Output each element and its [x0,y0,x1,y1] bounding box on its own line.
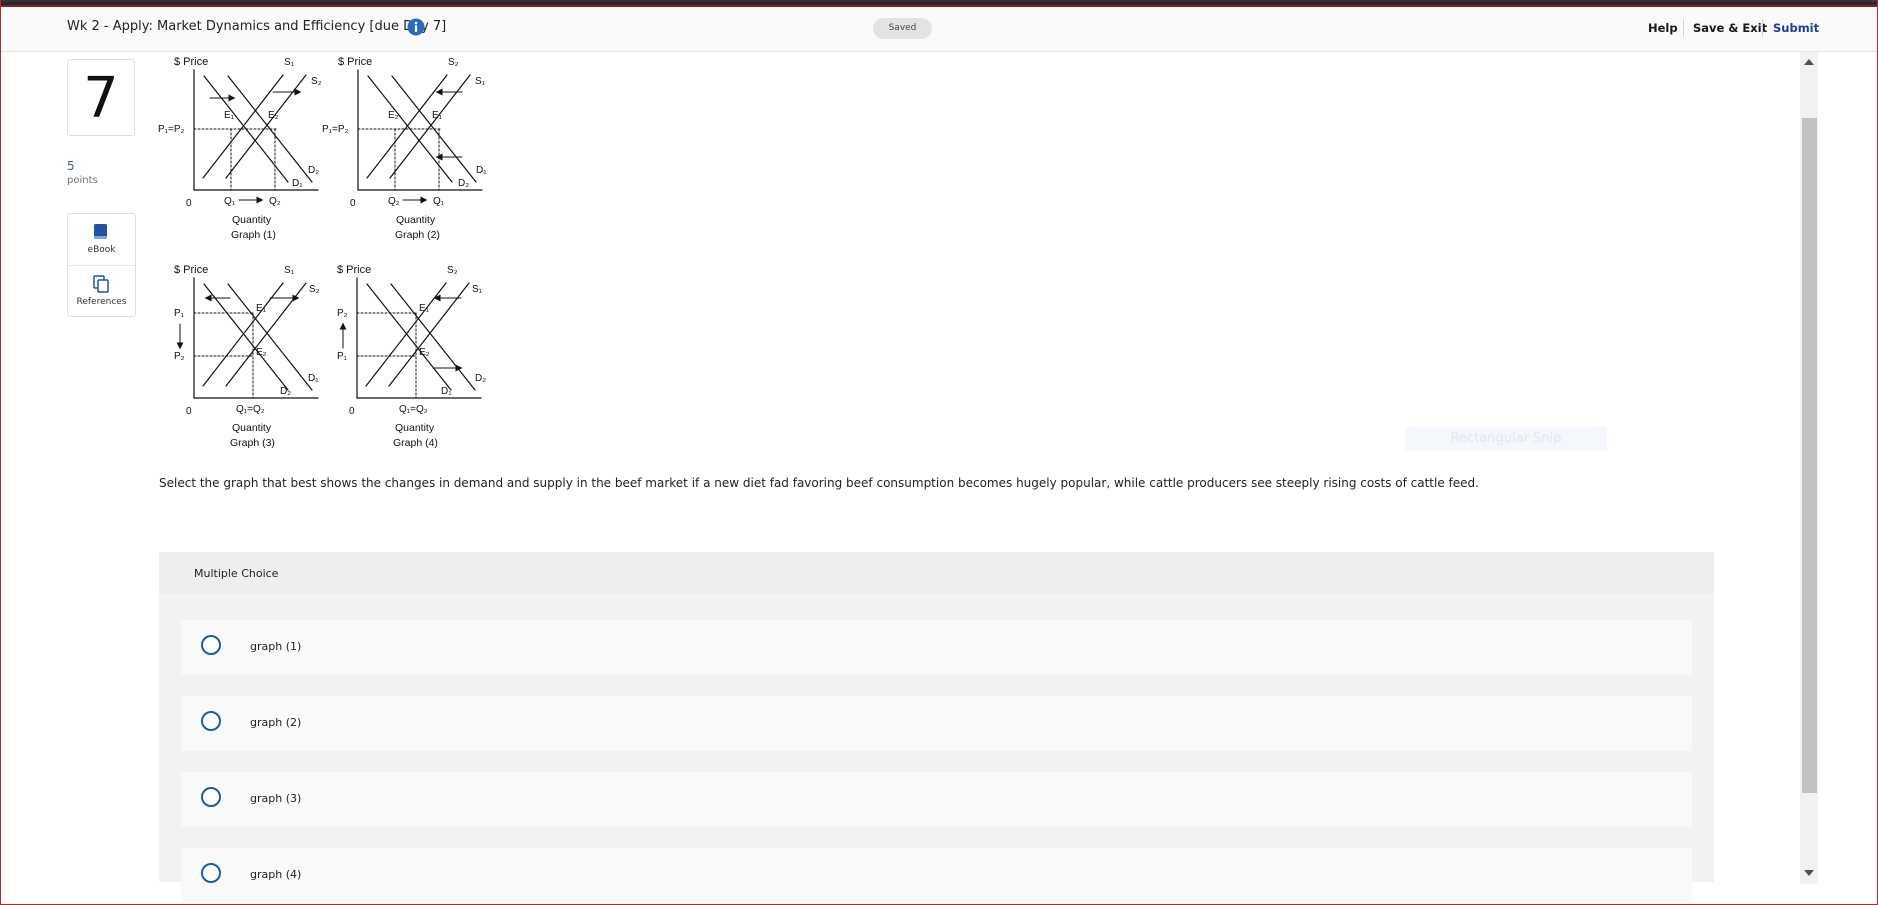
supply-label: S₁ [472,284,483,295]
option-label: graph (2) [250,716,302,729]
graph-3: $ Price 0 P₁ P₂ Q₁=Q₂ S₁ S₂ D₁ D₂ E₁ E₂ … [174,264,320,449]
saved-status-badge: Saved [873,18,932,39]
graph-title: Graph (3) [230,437,275,449]
radio-button[interactable] [201,787,221,807]
ebook-label: eBook [87,245,116,255]
price-label: P₁=P₂ [158,124,185,135]
supply-label: S₁ [475,76,486,87]
equilibrium-label: E₂ [388,110,399,121]
origin-label: 0 [186,406,192,417]
quantity-axis-label: Quantity [232,422,272,434]
supply-demand-graphs: $ Price 0 P₁=P₂ Q₁ Q₂ S₁ S₂ D₂ D₁ E₁ E₂ … [158,56,487,449]
graph-2: $ Price 0 P₁=P₂ Q₂ Q₁ S₂ S₁ D₁ D₂ E₂ E₁ … [322,56,487,241]
quantity-axis-label: Quantity [396,214,436,226]
quantity-axis-label: Quantity [232,214,272,226]
quantity-label: Q₁=Q₂ [399,404,428,415]
header-divider [1762,19,1763,37]
rectangular-snip-overlay: Rectangular Snip [1405,427,1607,451]
graph-title: Graph (2) [395,229,440,241]
graph-1: $ Price 0 P₁=P₂ Q₁ Q₂ S₁ S₂ D₂ D₁ E₁ E₂ … [158,56,322,241]
question-tools: eBook References [67,213,136,317]
quantity-label: Q₂ [388,196,400,207]
price-label: P₁=P₂ [322,124,349,135]
option-label: graph (3) [250,792,302,805]
points-value: 5 [67,159,75,173]
quantity-axis-label: Quantity [395,422,435,434]
radio-button[interactable] [201,863,221,883]
answer-option-graph-3[interactable]: graph (3) [181,772,1692,827]
header-divider [1683,19,1684,37]
scroll-up-arrow-icon[interactable] [1804,59,1814,65]
graph-4: $ Price 0 P₂ P₁ Q₁=Q₂ S₂ S₁ D₂ D₁ E₁ E₂ … [337,264,486,449]
ebook-button[interactable]: eBook [68,214,135,266]
graph-title: Graph (4) [393,437,438,449]
demand-label: D₁ [308,373,319,384]
answer-option-graph-4[interactable]: graph (4) [181,848,1692,903]
price-label: P₁ [337,351,348,362]
question-type-label: Multiple Choice [194,567,279,580]
quantity-label: Q₁ [433,196,445,207]
equilibrium-label: E₂ [256,347,267,358]
equilibrium-label: E₂ [419,347,430,358]
demand-label: D₂ [308,165,319,176]
demand-label: D₂ [475,373,486,384]
question-prompt: Select the graph that best shows the cha… [159,476,1479,490]
price-axis-label: $ Price [174,264,208,276]
supply-label: S₂ [311,76,322,87]
supply-label: S₁ [284,57,295,68]
price-axis-label: $ Price [337,264,371,276]
supply-label: S₂ [448,57,459,68]
question-number: 7 [67,59,135,136]
equilibrium-label: E₁ [419,303,430,314]
page-scrollbar[interactable] [1800,52,1818,884]
option-label: graph (4) [250,868,302,881]
window-top-border [0,0,1878,7]
scrollbar-thumb[interactable] [1802,118,1817,793]
price-label: P₂ [337,308,348,319]
assignment-header: Wk 2 - Apply: Market Dynamics and Effici… [0,7,1878,52]
quantity-label: Q₁=Q₂ [236,404,265,415]
demand-label: D₂ [280,386,291,397]
scroll-down-arrow-icon[interactable] [1804,870,1814,876]
origin-label: 0 [186,198,192,209]
price-label: P₂ [174,351,185,362]
radio-button[interactable] [201,635,221,655]
references-label: References [76,297,127,307]
price-axis-label: $ Price [174,56,208,68]
equilibrium-label: E₁ [224,110,235,121]
equilibrium-label: E₂ [268,110,279,121]
origin-label: 0 [350,198,356,209]
origin-label: 0 [349,406,355,417]
references-button[interactable]: References [68,266,135,317]
supply-label: S₂ [309,284,320,295]
supply-label: S₁ [284,265,295,276]
book-icon [94,224,107,239]
graph-title: Graph (1) [231,229,276,241]
help-link[interactable]: Help [1648,21,1678,35]
demand-label: D₁ [292,178,303,189]
quantity-label: Q₁ [224,196,236,207]
option-label: graph (1) [250,640,302,653]
points-label: points [67,175,98,186]
answer-option-graph-1[interactable]: graph (1) [181,620,1692,675]
answer-option-graph-2[interactable]: graph (2) [181,696,1692,751]
price-axis-label: $ Price [338,56,372,68]
quantity-label: Q₂ [269,196,281,207]
assignment-title: Wk 2 - Apply: Market Dynamics and Effici… [67,19,447,34]
demand-label: D₂ [458,178,469,189]
equilibrium-label: E₁ [432,110,443,121]
choice-panel-header: Multiple Choice [159,552,1714,594]
radio-button[interactable] [201,711,221,731]
price-label: P₁ [174,308,185,319]
demand-label: D₁ [476,165,487,176]
info-icon[interactable] [407,18,425,36]
equilibrium-label: E₁ [256,303,267,314]
supply-label: S₂ [447,265,458,276]
multiple-choice-panel: Multiple Choice graph (1) graph (2) grap… [159,552,1714,903]
demand-label: D₁ [441,386,452,397]
references-icon [93,275,109,293]
save-exit-link[interactable]: Save & Exit [1693,21,1767,35]
submit-link[interactable]: Submit [1773,21,1819,35]
